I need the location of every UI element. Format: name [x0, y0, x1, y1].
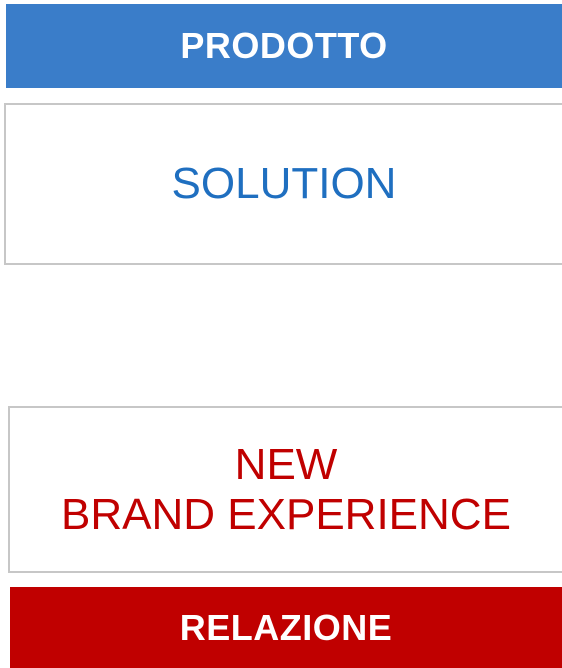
- relazione-footer: RELAZIONE: [10, 587, 562, 668]
- solution-box: SOLUTION: [4, 103, 562, 265]
- prodotto-header: PRODOTTO: [6, 4, 562, 88]
- brand-experience-box: NEW BRAND EXPERIENCE: [8, 406, 562, 573]
- relazione-label: RELAZIONE: [179, 606, 393, 648]
- diagram-page: PRODOTTO SOLUTION NEW BRAND EXPERIENCE R…: [0, 0, 562, 668]
- brand-experience-line-2: BRAND EXPERIENCE: [61, 489, 511, 539]
- prodotto-label: PRODOTTO: [180, 25, 388, 66]
- solution-text: SOLUTION: [171, 159, 397, 209]
- brand-experience-line-1: NEW: [234, 440, 338, 490]
